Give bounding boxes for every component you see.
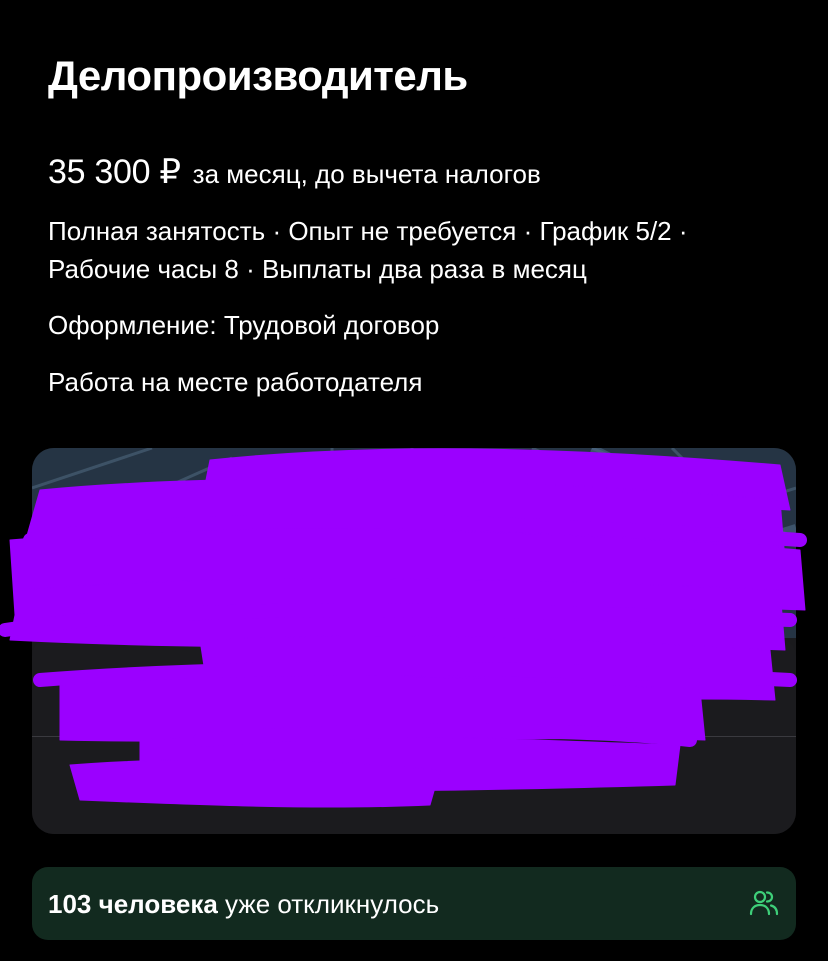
map-roads — [32, 448, 796, 638]
salary-amount: 35 300 ₽ — [48, 153, 181, 191]
responses-count: 103 человека — [48, 888, 218, 919]
responses-suffix: уже откликнулось — [217, 888, 440, 919]
vacancy-title: Делопроизводитель — [48, 52, 468, 99]
map-pin — [32, 625, 44, 638]
contract-type: Оформление: Трудовой договор — [48, 310, 440, 340]
map-preview[interactable] — [32, 448, 796, 638]
workplace-type: Работа на месте работодателя — [48, 367, 423, 397]
salary-block: 35 300 ₽ за месяц, до вычета налогов — [48, 152, 541, 196]
people-icon — [749, 890, 779, 916]
responses-banner[interactable]: 103 человека уже откликнулось — [32, 867, 796, 940]
address-map-card[interactable] — [32, 448, 796, 834]
divider — [32, 736, 796, 737]
address-panel[interactable] — [32, 638, 796, 834]
employment-conditions: Полная занятость · Опыт не требуется · Г… — [48, 216, 688, 284]
responses-text: 103 человека уже откликнулось — [48, 887, 439, 921]
salary-note: за месяц, до вычета налогов — [192, 159, 541, 189]
